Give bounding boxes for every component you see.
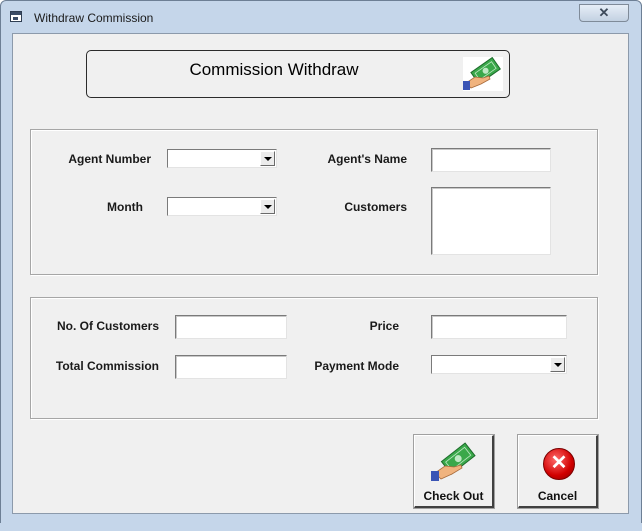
agents-name-label: Agent's Name	[327, 152, 407, 166]
agent-info-group: Agent Number Month Agent's Name Customer…	[30, 129, 598, 275]
agent-number-combo[interactable]	[167, 149, 277, 168]
cancel-label: Cancel	[537, 489, 578, 503]
cash-hand-icon	[463, 57, 503, 91]
check-out-button[interactable]: Check Out	[414, 435, 494, 508]
cash-hand-icon	[431, 442, 476, 481]
window-app-icon	[10, 11, 22, 22]
withdraw-commission-window: Withdraw Commission ✕ Commission Withdra…	[0, 0, 642, 525]
chevron-down-icon[interactable]	[260, 199, 275, 214]
no-of-customers-label: No. Of Customers	[56, 319, 159, 333]
customers-field[interactable]	[431, 187, 551, 255]
window-title: Withdraw Commission	[34, 11, 154, 25]
cancel-button[interactable]: ✕ Cancel	[518, 435, 598, 508]
check-out-label: Check Out	[423, 489, 484, 503]
payment-mode-combo[interactable]	[431, 355, 567, 374]
close-button[interactable]: ✕	[579, 4, 629, 22]
total-commission-field[interactable]	[175, 355, 287, 379]
customers-label: Customers	[344, 200, 407, 214]
commission-info-group: No. Of Customers Total Commission Price …	[30, 297, 598, 419]
chevron-down-icon[interactable]	[550, 357, 565, 372]
month-combo[interactable]	[167, 197, 277, 216]
month-label: Month	[107, 200, 143, 214]
no-of-customers-field[interactable]	[175, 315, 287, 339]
form-client-area: Commission Withdraw Agent Number Month A…	[12, 33, 629, 514]
red-x-circle-icon: ✕	[543, 448, 575, 480]
price-field[interactable]	[431, 315, 567, 339]
window-bottom-edge	[0, 523, 642, 531]
agents-name-field[interactable]	[431, 148, 551, 172]
price-label: Price	[369, 319, 399, 333]
total-commission-label: Total Commission	[55, 359, 159, 373]
chevron-down-icon[interactable]	[260, 151, 275, 166]
payment-mode-label: Payment Mode	[314, 359, 399, 373]
header-panel: Commission Withdraw	[86, 50, 510, 98]
agent-number-label: Agent Number	[68, 152, 151, 166]
title-bar[interactable]: Withdraw Commission ✕	[1, 1, 641, 33]
close-icon: ✕	[598, 5, 610, 20]
page-title: Commission Withdraw	[189, 60, 359, 79]
